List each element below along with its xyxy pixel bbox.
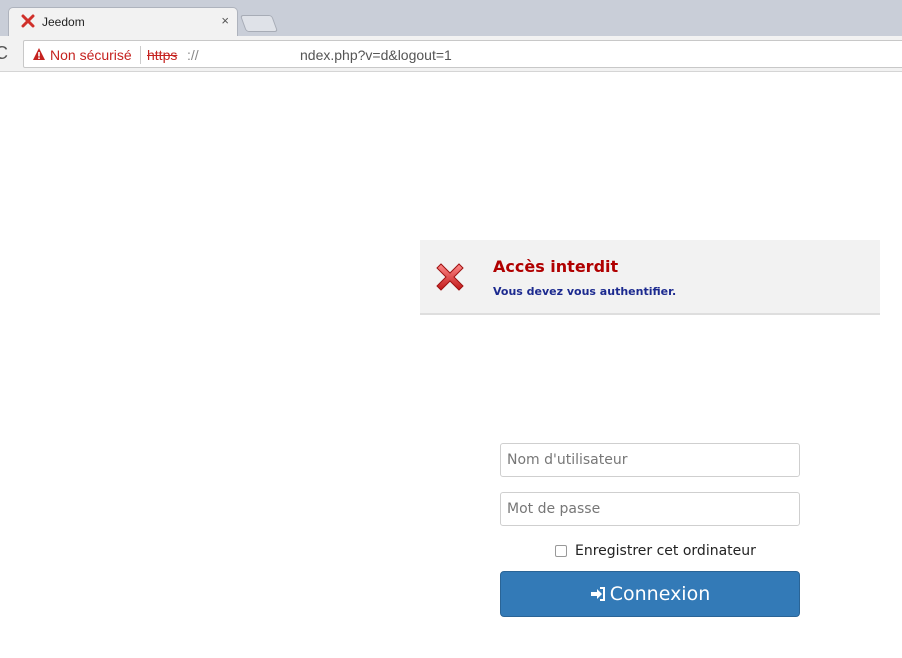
tab-close-icon[interactable]: ×: [221, 13, 229, 28]
security-label[interactable]: Non sécurisé: [50, 47, 132, 63]
tab-jeedom[interactable]: Jeedom ×: [8, 7, 238, 36]
tab-strip: Jeedom ×: [0, 0, 902, 36]
url-scheme: https: [147, 47, 178, 63]
alert-message: Vous devez vous authentifier.: [493, 285, 677, 298]
password-field[interactable]: [500, 492, 800, 526]
error-x-icon: [436, 263, 464, 291]
remember-checkbox[interactable]: [555, 545, 567, 557]
tab-title: Jeedom: [42, 15, 85, 29]
close-x-favicon-icon: [21, 14, 35, 28]
remember-row[interactable]: Enregistrer cet ordinateur: [555, 542, 756, 560]
remember-label[interactable]: Enregistrer cet ordinateur: [575, 543, 756, 559]
url-separator: ://: [187, 47, 199, 63]
warning-icon: [33, 48, 45, 60]
address-bar[interactable]: Non sécurisé https :// ndex.php?v=d&logo…: [23, 40, 902, 68]
sign-in-icon: [590, 587, 605, 601]
address-divider: [140, 46, 141, 64]
alert-title: Accès interdit: [493, 257, 619, 276]
username-field[interactable]: [500, 443, 800, 477]
new-tab-button[interactable]: [239, 15, 279, 32]
browser-toolbar: C Non sécurisé https :// ndex.php?v=d&lo…: [0, 36, 902, 72]
login-label: Connexion: [609, 583, 711, 605]
reload-icon[interactable]: C: [0, 43, 8, 64]
url-path: ndex.php?v=d&logout=1: [300, 47, 452, 63]
login-button[interactable]: Connexion: [500, 571, 800, 617]
access-denied-alert: Accès interdit Vous devez vous authentif…: [420, 240, 880, 315]
